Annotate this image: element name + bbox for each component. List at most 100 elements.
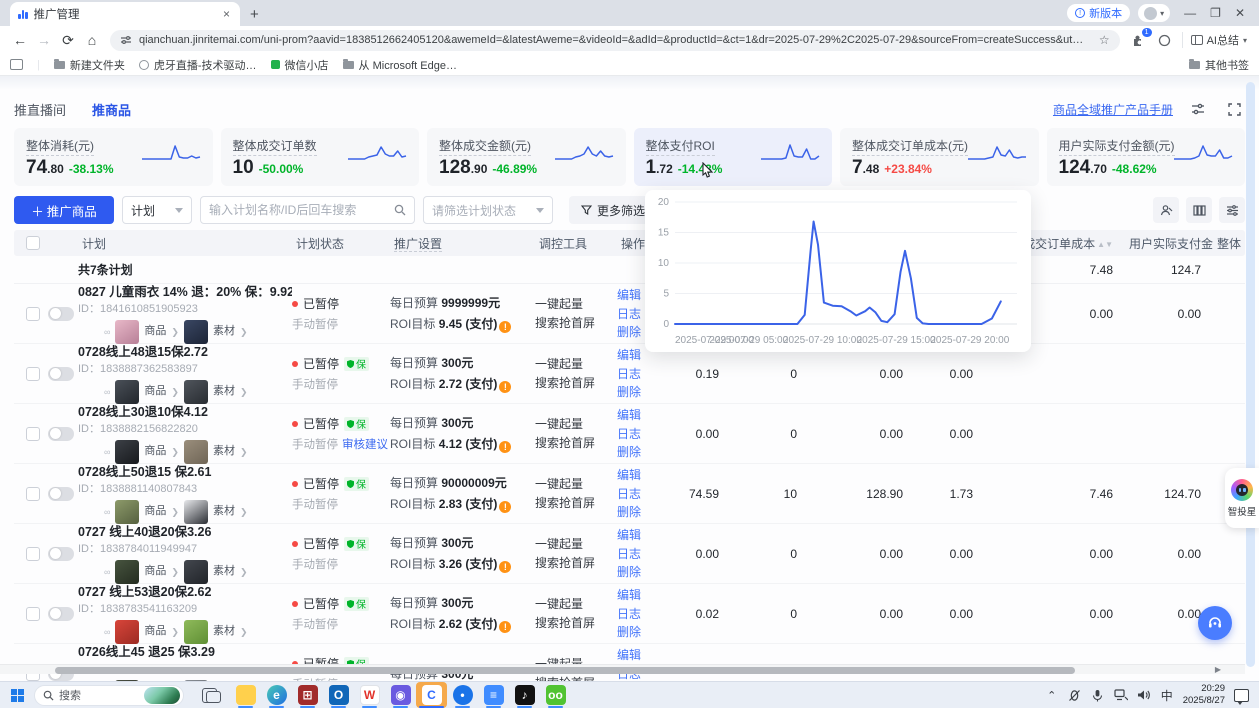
one-click-boost-link[interactable]: 一键起量 <box>535 295 617 314</box>
tray-expand-icon[interactable]: ⌃ <box>1045 687 1059 703</box>
news-widget-thumbnail[interactable] <box>144 687 180 704</box>
col-promo-settings[interactable]: 推广设置 <box>390 235 535 252</box>
plan-enable-toggle[interactable] <box>48 427 74 441</box>
material-thumbnail[interactable] <box>184 380 208 404</box>
taskbar-app-qianchuan[interactable]: C <box>416 682 447 708</box>
review-suggestion-link[interactable]: 审核建议 <box>342 439 388 451</box>
row-checkbox[interactable] <box>26 487 40 501</box>
search-top-screen-link[interactable]: 搜索抢首屏 <box>535 614 617 633</box>
product-link[interactable]: 商品 <box>144 384 166 399</box>
new-version-button[interactable]: !新版本 <box>1067 4 1130 22</box>
plan-enable-toggle[interactable] <box>48 487 74 501</box>
warning-icon[interactable]: ! <box>499 381 511 393</box>
bookmark-item[interactable]: 从 Microsoft Edge… <box>343 57 457 73</box>
ime-indicator[interactable]: 中 <box>1160 687 1174 703</box>
taskbar-app-blue-circle-app[interactable]: • <box>447 682 478 708</box>
col-overall[interactable]: 整体 <box>1213 235 1245 252</box>
bookmark-item[interactable]: 虎牙直播-技术驱动… <box>139 57 257 73</box>
metric-settings-icon[interactable] <box>1187 98 1209 120</box>
stat-card[interactable]: 整体支付ROI 1.72-14.43% <box>634 128 833 186</box>
search-top-screen-link[interactable]: 搜索抢首屏 <box>535 314 617 333</box>
one-click-boost-link[interactable]: 一键起量 <box>535 475 617 494</box>
search-top-screen-link[interactable]: 搜索抢首屏 <box>535 434 617 453</box>
window-restore-button[interactable]: ❐ <box>1210 6 1221 20</box>
product-link[interactable]: 商品 <box>144 624 166 639</box>
warning-icon[interactable]: ! <box>499 621 511 633</box>
col-plan[interactable]: 计划 <box>78 235 292 252</box>
edit-link[interactable]: 编辑 <box>617 586 675 605</box>
taskbar-app-wps-office[interactable]: W <box>354 682 385 708</box>
taskbar-app-edge-browser[interactable]: e <box>261 682 292 708</box>
material-link[interactable]: 素材 <box>213 384 235 399</box>
edit-link[interactable]: 编辑 <box>617 646 675 665</box>
select-all-checkbox[interactable] <box>26 236 40 250</box>
home-button[interactable]: ⌂ <box>80 28 104 52</box>
material-thumbnail[interactable] <box>184 440 208 464</box>
one-click-boost-link[interactable]: 一键起量 <box>535 535 617 554</box>
col-user-paid[interactable]: 用户实际支付金额▲▼ <box>1125 235 1213 252</box>
material-thumbnail[interactable] <box>184 500 208 524</box>
device-icon[interactable] <box>1068 687 1082 703</box>
warning-icon[interactable]: ! <box>499 441 511 453</box>
forward-button[interactable]: → <box>32 28 56 52</box>
stat-card[interactable]: 整体成交金额(元) 128.90-46.89% <box>427 128 626 186</box>
bookmark-item[interactable]: 新建文件夹 <box>54 57 125 73</box>
table-row[interactable]: 0727 线上53退20保2.62 ID：1838783541163209 ∞ … <box>14 584 1245 644</box>
log-link[interactable]: 日志 <box>617 425 675 444</box>
product-link[interactable]: 商品 <box>144 324 166 339</box>
row-checkbox[interactable] <box>26 547 40 561</box>
one-click-boost-link[interactable]: 一键起量 <box>535 355 617 374</box>
product-link[interactable]: 商品 <box>144 504 166 519</box>
log-link[interactable]: 日志 <box>617 605 675 624</box>
col-control-tools[interactable]: 调控工具 <box>535 235 617 252</box>
window-close-button[interactable]: ✕ <box>1235 6 1245 20</box>
manual-link[interactable]: 商品全域推广产品手册 <box>1053 101 1173 118</box>
zhitouxing-widget[interactable]: 智投星 <box>1225 468 1259 528</box>
taskbar-search[interactable]: 搜索 <box>34 685 184 706</box>
edit-link[interactable]: 编辑 <box>617 466 675 485</box>
one-click-boost-link[interactable]: 一键起量 <box>535 415 617 434</box>
plan-enable-toggle[interactable] <box>48 367 74 381</box>
network-icon[interactable] <box>1114 687 1128 703</box>
taskbar-app-wechat[interactable]: oo <box>540 682 571 708</box>
search-top-screen-link[interactable]: 搜索抢首屏 <box>535 494 617 513</box>
stat-card[interactable]: 整体成交订单数 10-50.00% <box>221 128 420 186</box>
product-link[interactable]: 商品 <box>144 444 166 459</box>
taskbar-clock[interactable]: 20:29 2025/8/27 <box>1183 683 1225 707</box>
taskbar-app-outlook[interactable]: O <box>323 682 354 708</box>
table-row[interactable]: 0728线上50退15 保2.61 ID：1838881140807843 ∞ … <box>14 464 1245 524</box>
notification-center-icon[interactable] <box>1234 689 1249 702</box>
search-icon[interactable] <box>394 204 406 216</box>
taskbar-app-douyin[interactable]: ♪ <box>509 682 540 708</box>
microphone-icon[interactable] <box>1091 687 1105 703</box>
tab-close-icon[interactable]: × <box>221 7 232 21</box>
product-thumbnail[interactable] <box>115 620 139 644</box>
tab-promote-product[interactable]: 推商品 <box>92 100 131 119</box>
material-link[interactable]: 素材 <box>213 564 235 579</box>
material-thumbnail[interactable] <box>184 620 208 644</box>
delete-link[interactable]: 删除 <box>617 443 675 462</box>
log-link[interactable]: 日志 <box>617 365 675 384</box>
plan-enable-toggle[interactable] <box>48 607 74 621</box>
material-link[interactable]: 素材 <box>213 624 235 639</box>
edit-link[interactable]: 编辑 <box>617 406 675 425</box>
edit-link[interactable]: 编辑 <box>617 526 675 545</box>
column-settings-icon[interactable] <box>1186 197 1212 223</box>
taskbar-app-file-explorer[interactable] <box>230 682 261 708</box>
fullscreen-icon[interactable] <box>1223 98 1245 120</box>
tab-live-room[interactable]: 推直播间 <box>14 100 66 119</box>
material-link[interactable]: 素材 <box>213 444 235 459</box>
one-click-boost-link[interactable]: 一键起量 <box>535 595 617 614</box>
material-link[interactable]: 素材 <box>213 504 235 519</box>
table-row[interactable]: 0726线上45 退25 保3.29 ID：1838692046083545 ∞… <box>14 644 1245 681</box>
browser-tab[interactable]: 推广管理 × <box>10 2 240 26</box>
material-thumbnail[interactable] <box>184 560 208 584</box>
plan-search[interactable] <box>200 196 415 224</box>
row-checkbox[interactable] <box>26 307 40 321</box>
status-filter-select[interactable]: 请筛选计划状态 <box>423 196 553 224</box>
taskbar-app-blue-square-app[interactable]: ≡ <box>478 682 509 708</box>
sort-icon[interactable]: ▲▼ <box>1097 240 1113 249</box>
table-row[interactable]: 0727 线上40退20保3.26 ID：1838784011949947 ∞ … <box>14 524 1245 584</box>
stat-card[interactable]: 整体消耗(元) 74.80-38.13% <box>14 128 213 186</box>
delete-link[interactable]: 删除 <box>617 503 675 522</box>
